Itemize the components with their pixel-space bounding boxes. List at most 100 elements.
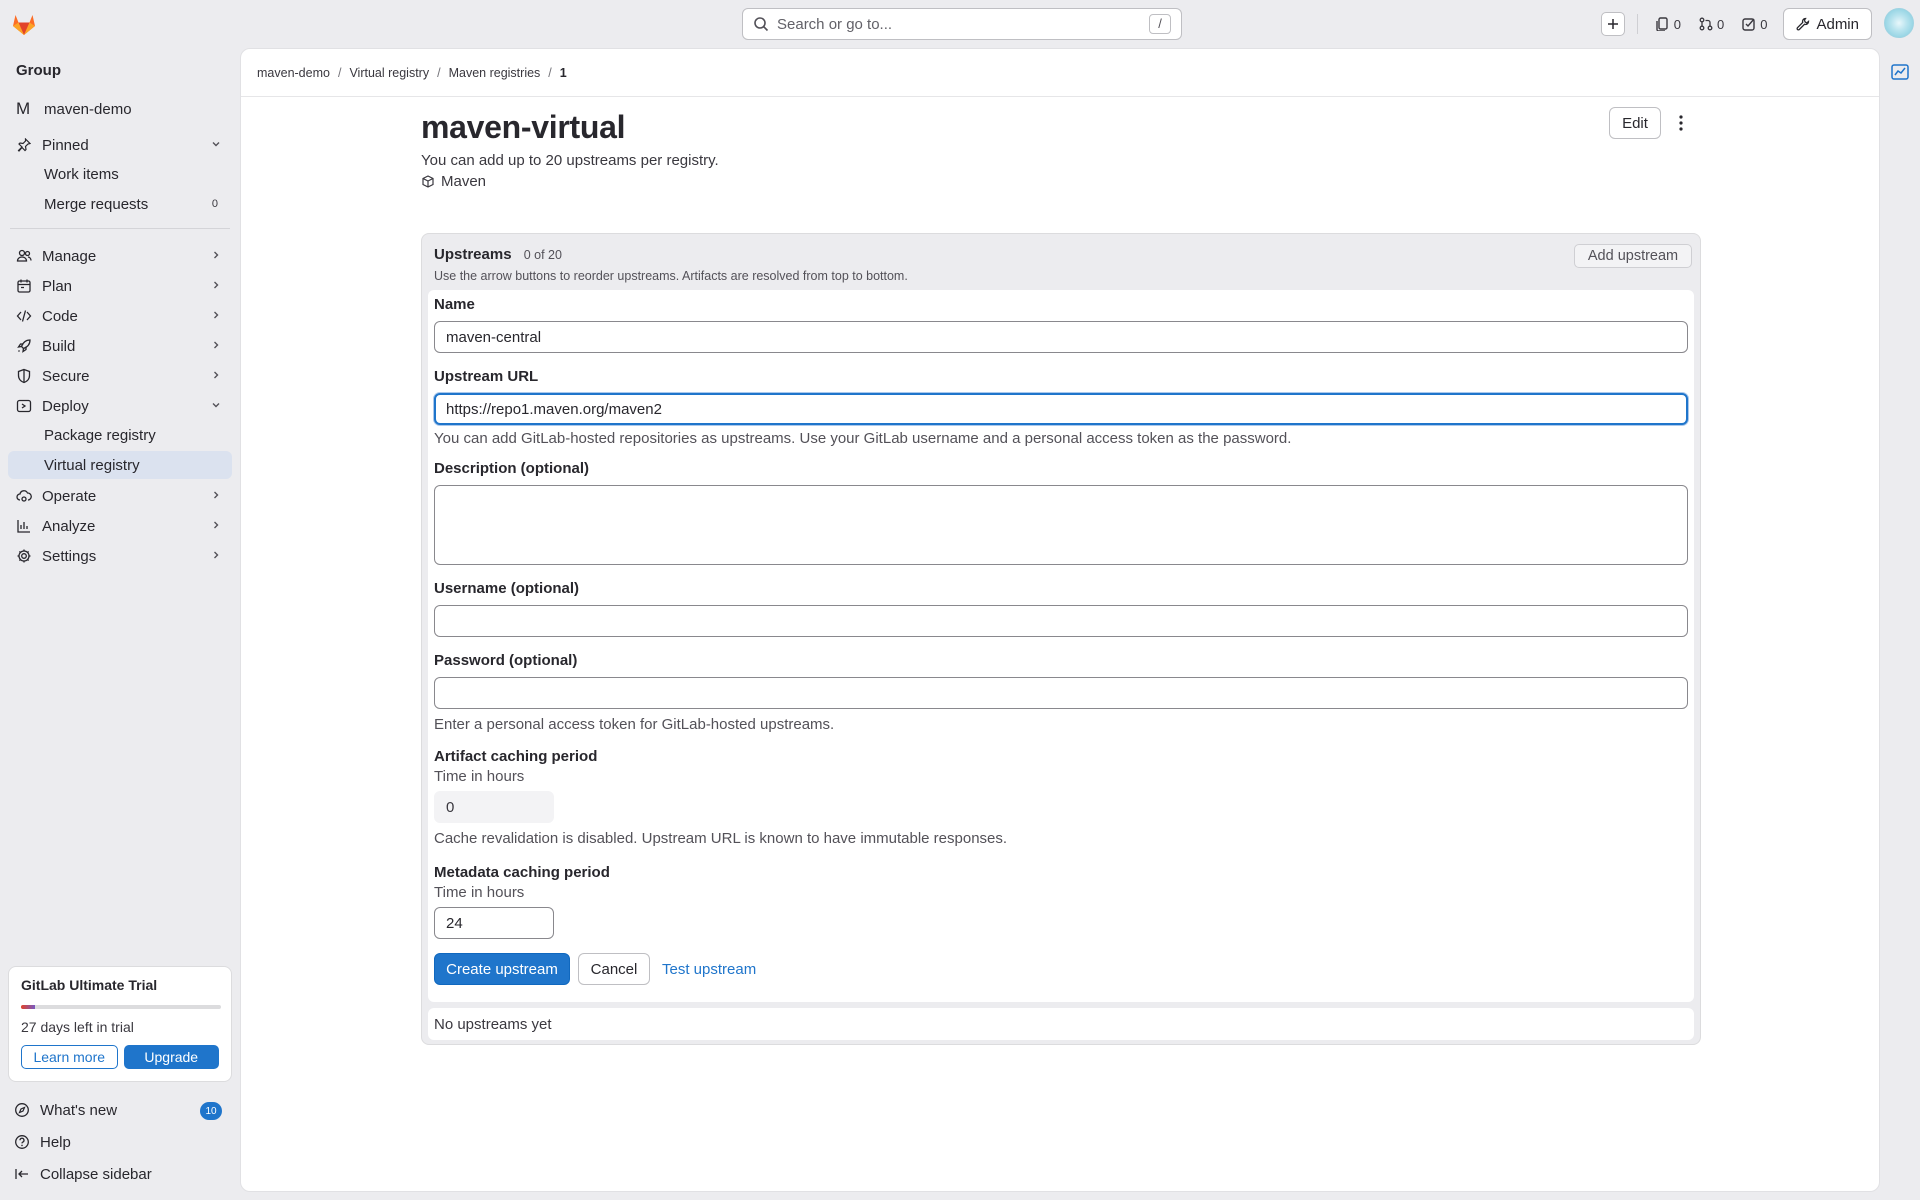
breadcrumb-current[interactable]: 1 [560, 66, 567, 80]
deploy-icon [16, 398, 32, 414]
sidebar-item-manage[interactable]: Manage [8, 241, 232, 271]
admin-button[interactable]: Admin [1783, 8, 1872, 40]
sidebar-item-label: Plan [42, 277, 73, 295]
whats-new-label: What's new [40, 1101, 118, 1119]
name-input[interactable] [434, 321, 1688, 353]
trial-buttons: Learn more Upgrade [21, 1045, 219, 1069]
sidebar-item-label: Analyze [42, 517, 96, 535]
todo-icon [1742, 18, 1755, 31]
package-icon [421, 174, 435, 189]
sidebar-item-label: Code [42, 307, 78, 325]
mr-count: 0 [1717, 16, 1725, 32]
sidebar-item-code[interactable]: Code [8, 301, 232, 331]
sidebar-item-virtual-registry[interactable]: Virtual registry [8, 451, 232, 479]
issues-counter[interactable]: 0 [1650, 10, 1687, 38]
sidebar-item-settings[interactable]: Settings [8, 541, 232, 571]
upstream-url-input[interactable] [434, 393, 1688, 425]
username-input[interactable] [434, 605, 1688, 637]
todos-counter[interactable]: 0 [1736, 10, 1773, 38]
search-icon [753, 16, 769, 32]
search-shortcut-key: / [1149, 14, 1171, 34]
sidebar-item-label: Operate [42, 487, 97, 505]
edit-button[interactable]: Edit [1609, 107, 1661, 139]
upgrade-button[interactable]: Upgrade [123, 1045, 219, 1069]
name-label: Name [434, 296, 475, 313]
upstreams-empty-state: No upstreams yet [428, 1008, 1694, 1040]
breadcrumb-item[interactable]: maven-demo [257, 66, 330, 80]
issues-count: 0 [1673, 16, 1681, 32]
trial-card: GitLab Ultimate Trial 27 days left in tr… [8, 966, 232, 1082]
artifact-caching-label: Artifact caching period [434, 748, 598, 765]
main-panel: maven-demo / Virtual registry / Maven re… [240, 48, 1880, 1192]
chevron-down-icon [210, 138, 222, 150]
breadcrumb-separator: / [337, 65, 342, 80]
whats-new-link[interactable]: What's new 10 [8, 1096, 232, 1124]
user-avatar[interactable] [1884, 8, 1914, 38]
password-input[interactable] [434, 677, 1688, 709]
help-link[interactable]: Help [8, 1128, 232, 1156]
top-bar: Search or go to... / 0 0 0 Admin [0, 0, 1920, 48]
trial-days-left: 27 days left in trial [21, 1019, 134, 1035]
collapse-sidebar-button[interactable]: Collapse sidebar [8, 1160, 232, 1188]
sidebar-divider [10, 228, 230, 229]
users-icon [16, 248, 32, 264]
sidebar-item-label: Build [42, 337, 76, 355]
artifact-caching-sublabel: Time in hours [434, 768, 525, 785]
artifact-caching-input[interactable] [434, 791, 554, 823]
breadcrumb-item[interactable]: Virtual registry [349, 66, 429, 80]
test-upstream-button[interactable]: Test upstream [662, 953, 756, 985]
sidebar-item-merge-requests[interactable]: Merge requests 0 [8, 190, 232, 218]
sidebar-item-label: Deploy [42, 397, 89, 415]
thumbtack-icon [16, 137, 32, 153]
merge-request-icon [1699, 17, 1713, 31]
sidebar-item-deploy[interactable]: Deploy [8, 391, 232, 421]
breadcrumb-item[interactable]: Maven registries [449, 66, 541, 80]
sidebar-item-label: Package registry [44, 426, 156, 444]
sidebar-item-operate[interactable]: Operate [8, 481, 232, 511]
sidebar-item-package-registry[interactable]: Package registry [8, 421, 232, 449]
group-avatar: M [16, 99, 31, 118]
gitlab-logo-icon[interactable] [10, 10, 38, 38]
group-switcher[interactable]: M maven-demo [8, 94, 232, 124]
upstreams-description: Use the arrow buttons to reorder upstrea… [434, 269, 908, 283]
password-help: Enter a personal access token for GitLab… [434, 716, 835, 733]
upstream-url-label: Upstream URL [434, 368, 539, 385]
context-label: Group [16, 62, 61, 79]
learn-more-button[interactable]: Learn more [21, 1045, 118, 1069]
sidebar-item-build[interactable]: Build [8, 331, 232, 361]
more-actions-icon[interactable] [1671, 113, 1691, 133]
chart-panel-toggle-icon[interactable] [1890, 62, 1910, 82]
sidebar-item-analyze[interactable]: Analyze [8, 511, 232, 541]
sidebar-item-work-items[interactable]: Work items [8, 160, 232, 188]
help-label: Help [40, 1133, 71, 1151]
sidebar-item-label: Virtual registry [44, 456, 140, 474]
calendar-icon [16, 278, 32, 294]
description-textarea[interactable] [434, 485, 1688, 565]
chevron-right-icon [210, 339, 222, 351]
page-subtitle: You can add up to 20 upstreams per regis… [421, 152, 719, 169]
metadata-caching-label: Metadata caching period [434, 864, 610, 881]
trial-progress-bar [21, 1005, 221, 1009]
add-upstream-button[interactable]: Add upstream [1574, 244, 1692, 268]
upstreams-header: Upstreams 0 of 20 Use the arrow buttons … [434, 246, 908, 283]
sidebar-item-secure[interactable]: Secure [8, 361, 232, 391]
chevron-down-icon [210, 399, 222, 411]
page-title: maven-virtual [421, 109, 626, 145]
search-input[interactable]: Search or go to... / [742, 8, 1182, 40]
issues-icon [1656, 17, 1668, 31]
create-upstream-button[interactable]: Create upstream [434, 953, 570, 985]
breadcrumb-separator: / [437, 65, 441, 80]
sidebar-item-plan[interactable]: Plan [8, 271, 232, 301]
create-new-button[interactable] [1600, 12, 1625, 36]
sidebar-item-label: Work items [44, 165, 119, 183]
upstreams-count: 0 of 20 [523, 248, 562, 262]
merge-requests-counter[interactable]: 0 [1693, 10, 1730, 38]
cancel-button[interactable]: Cancel [578, 953, 650, 985]
sidebar-item-label: Merge requests [44, 195, 149, 213]
sidebar-item-pinned[interactable]: Pinned [8, 130, 232, 160]
metadata-caching-input[interactable] [434, 907, 554, 939]
sidebar-item-label: Settings [42, 547, 97, 565]
shield-icon [16, 368, 32, 384]
top-actions: 0 0 0 Admin [1600, 8, 1872, 40]
sidebar: Group M maven-demo Pinned Work items Mer… [0, 48, 240, 1200]
